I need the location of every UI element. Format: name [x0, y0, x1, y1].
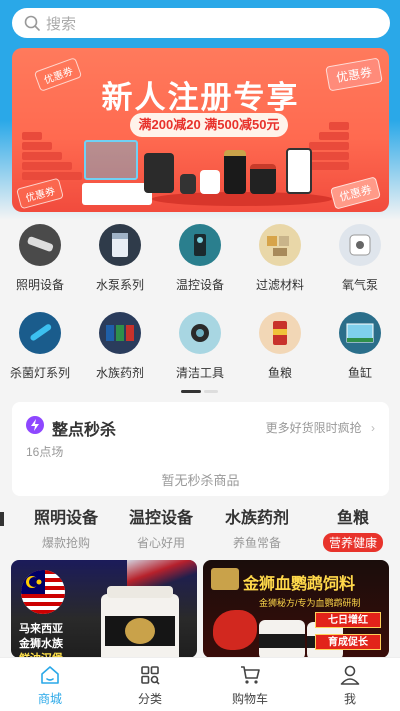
category-uv-lamp[interactable]: 杀菌灯系列	[4, 312, 76, 381]
banner-subtitle: 满200减20 满500减50元	[130, 113, 288, 137]
nav-home[interactable]: 商城	[20, 664, 80, 707]
brand-logo	[211, 568, 239, 590]
promo-b-badge1: 七日增红	[315, 612, 381, 628]
promo-b-title: 金狮血鹦鹉饲料	[243, 576, 356, 593]
category-label: 氧气泵	[341, 278, 378, 292]
flash-sale-time: 16点场	[26, 445, 64, 459]
promo-b-badge2: 育成促长	[315, 634, 381, 650]
tab-overflow-hint	[0, 512, 4, 526]
nav-cart[interactable]: 购物车	[220, 664, 280, 707]
category-label: 杀菌灯系列	[9, 366, 70, 380]
category-pump[interactable]: 水泵系列	[84, 224, 156, 293]
nav-label: 商城	[37, 692, 62, 706]
tab-heater[interactable]: 温控设备 省心好用	[121, 504, 201, 552]
profile-icon	[340, 665, 360, 685]
filter-pump-image	[144, 153, 174, 193]
chevron-right-icon: ›	[371, 421, 375, 435]
tab-title: 鱼粮	[336, 510, 369, 527]
promo-b-subtitle: 金狮秘方/专为血鹦鹉研制	[259, 598, 361, 608]
category-air-pump[interactable]: 氧气泵	[324, 224, 396, 293]
cart-icon	[241, 666, 260, 684]
flash-sale-section: 整点秒杀 更多好货限时疯抢 › 16点场 暂无秒杀商品	[12, 402, 389, 496]
tab-subtitle: 爆款抢购	[41, 536, 90, 550]
category-label: 过滤材料	[255, 278, 304, 292]
category-lighting[interactable]: 照明设备	[4, 224, 76, 293]
nav-label: 分类	[137, 692, 162, 706]
medicine-icon	[99, 312, 141, 354]
lighting-icon	[19, 224, 61, 266]
lightning-icon	[26, 416, 44, 434]
product-stage	[152, 192, 332, 206]
product-card-malaysia[interactable]: 马来西亚 金狮水族 鲜油汉堡	[11, 560, 197, 658]
nav-profile[interactable]: 我	[320, 664, 380, 707]
pager-dot-active	[181, 390, 201, 393]
flash-sale-more-link[interactable]: 更多好货限时疯抢 ›	[266, 419, 375, 436]
category-pager	[181, 390, 218, 393]
product-bottle-image	[101, 586, 179, 658]
product-card-parrot-feed[interactable]: 金狮血鹦鹉饲料 金狮秘方/专为血鹦鹉研制 七日增红 育成促长	[203, 560, 389, 658]
category-medicine[interactable]: 水族药剂	[84, 312, 156, 381]
search-input[interactable]: 搜索	[12, 8, 390, 38]
flash-sale-title: 整点秒杀	[52, 422, 117, 439]
nav-category[interactable]: 分类	[120, 664, 180, 707]
category-icon	[141, 666, 160, 685]
water-pump-icon	[99, 224, 141, 266]
promo-a-line2: 金狮水族	[19, 638, 63, 650]
product-image	[250, 164, 276, 194]
category-heater[interactable]: 温控设备	[164, 224, 236, 293]
tab-fish-food[interactable]: 鱼粮 营养健康	[313, 504, 393, 552]
product-image	[200, 170, 220, 194]
search-placeholder: 搜索	[46, 15, 77, 33]
category-label: 清洁工具	[175, 366, 224, 380]
category-label: 鱼缸	[347, 366, 372, 380]
category-label: 鱼粮	[267, 366, 292, 380]
tab-subtitle: 养鱼常备	[232, 536, 281, 550]
category-aquarium[interactable]: 鱼缸	[324, 312, 396, 381]
promo-banner[interactable]: 优惠券 优惠券 优惠券 优惠券 新人注册专享 满200减20 满500减50元	[12, 48, 389, 212]
category-tabs: 照明设备 爆款抢购 温控设备 省心好用 水族药剂 养鱼常备 鱼粮 营养健康	[0, 504, 400, 554]
category-label: 温控设备	[175, 278, 224, 292]
banner-title: 新人注册专享	[101, 80, 300, 115]
aquarium-tank-image	[84, 140, 138, 180]
category-filter-media[interactable]: 过滤材料	[244, 224, 316, 293]
malaysia-flag-icon	[21, 570, 65, 614]
bottom-navigation: 商城 分类 购物车 我	[0, 657, 400, 711]
category-label: 水族药剂	[95, 366, 144, 380]
tab-subtitle: 省心好用	[136, 536, 185, 550]
flash-sale-more-label: 更多好货限时疯抢	[265, 421, 362, 435]
pager-dot	[204, 390, 218, 393]
heater-icon	[179, 224, 221, 266]
product-image	[286, 148, 312, 194]
product-image	[224, 150, 246, 194]
tab-medicine[interactable]: 水族药剂 养鱼常备	[217, 504, 297, 552]
tab-lighting[interactable]: 照明设备 爆款抢购	[26, 504, 106, 552]
tab-title: 照明设备	[33, 510, 98, 527]
flash-sale-empty: 暂无秒杀商品	[161, 473, 240, 488]
air-pump-icon	[339, 224, 381, 266]
uv-lamp-icon	[19, 312, 61, 354]
category-label: 照明设备	[15, 278, 64, 292]
product-image	[180, 174, 196, 194]
tab-subtitle: 营养健康	[322, 533, 383, 552]
aquarium-icon	[339, 312, 381, 354]
tab-title: 水族药剂	[224, 510, 289, 527]
search-icon	[24, 15, 40, 31]
parrot-fish-image	[213, 610, 257, 650]
home-icon	[41, 666, 59, 684]
feed-jar-image	[259, 620, 305, 658]
filter-media-icon	[259, 224, 301, 266]
category-fish-food[interactable]: 鱼粮	[244, 312, 316, 381]
nav-label: 我	[343, 692, 356, 706]
cleaning-tool-icon	[179, 312, 221, 354]
promo-a-line1: 马来西亚	[19, 623, 63, 635]
category-label: 水泵系列	[95, 278, 144, 292]
category-cleaning[interactable]: 清洁工具	[164, 312, 236, 381]
nav-label: 购物车	[231, 692, 268, 706]
fish-food-icon	[259, 312, 301, 354]
aquarium-cabinet-image	[82, 183, 152, 205]
tab-title: 温控设备	[128, 510, 193, 527]
